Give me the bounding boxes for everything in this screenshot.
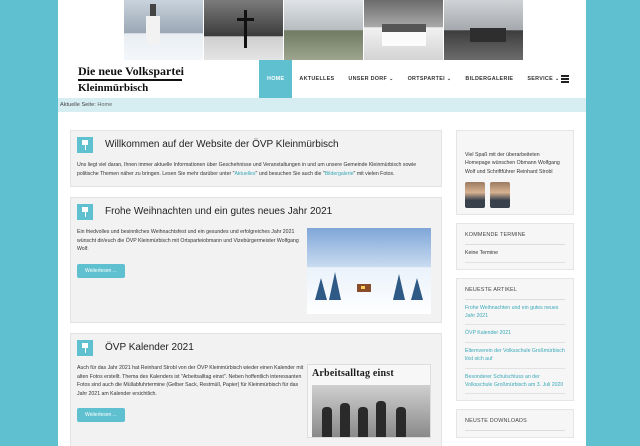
post-text: Uns liegt viel daran, Ihnen immer aktuel… <box>77 161 435 178</box>
nav-label: SERVICE <box>527 76 554 82</box>
nav-label: ORTSPARTEI <box>407 76 445 82</box>
read-more-button[interactable]: Weiterlesen ... <box>77 408 125 422</box>
calendar-heading: Arbeitsalltag einst <box>312 368 394 379</box>
post-body: Auch für das Jahr 2021 hat Reinhard Stro… <box>77 364 435 438</box>
breadcrumb-prefix: Aktuelle Seite: <box>60 102 96 108</box>
main-nav: HOME AKTUELLES UNSER DORF ⌄ ORTSPARTEI ⌄ B… <box>259 60 567 98</box>
nav-item-aktuelles[interactable]: AKTUELLES <box>292 60 341 98</box>
breadcrumb-current: Home <box>97 102 113 108</box>
logo-line2: Kleinmürbisch <box>78 82 149 94</box>
sidebar-articles: NEUESTE ARTIKEL Frohe Weihnachten und ei… <box>456 277 574 402</box>
termine-empty: Keine Termine <box>465 245 565 263</box>
church-photo <box>124 0 204 60</box>
pin-icon <box>77 137 93 153</box>
page: Die neue Volkspartei Kleinmürbisch HOME … <box>58 0 586 446</box>
sidebar-welcome: Viel Spaß mit der überarbeiteten Homepag… <box>456 130 574 216</box>
nav-item-service[interactable]: SERVICE ⌄ <box>520 60 566 98</box>
breadcrumb: Aktuelle Seite: Home <box>58 98 586 112</box>
pin-icon <box>77 340 93 356</box>
post-title[interactable]: Frohe Weihnachten und ein gutes neues Ja… <box>105 204 435 222</box>
calendar-photo <box>312 385 430 437</box>
winter-landscape-image[interactable] <box>307 228 431 314</box>
post-text: Auch für das Jahr 2021 hat Reinhard Stro… <box>77 365 304 397</box>
article-link[interactable]: Frohe Weihnachten und ein gutes neues Ja… <box>465 300 565 326</box>
post-text-wrap: Ein friedvolles und besinnliches Weihnac… <box>77 228 307 314</box>
pin-icon <box>77 204 93 220</box>
nav-label: BILDERGALERIE <box>465 76 514 82</box>
downloads-heading: NEUSTE DOWNLOADS <box>465 418 565 432</box>
nav-label: HOME <box>267 76 285 82</box>
link-bildergalerie[interactable]: Bildergalerie <box>325 171 354 177</box>
avatar <box>490 182 510 209</box>
termine-heading: KOMMENDE TERMINE <box>465 232 565 246</box>
nav-item-ortspartei[interactable]: ORTSPARTEI ⌄ <box>401 60 459 98</box>
sidebar-termine: KOMMENDE TERMINE Keine Termine <box>456 223 574 270</box>
post-welcome: Willkommen auf der Website der ÖVP Klein… <box>70 130 442 187</box>
articles-heading: NEUESTE ARTIKEL <box>465 287 565 300</box>
link-aktuelles[interactable]: Aktuelles <box>234 171 255 177</box>
sidebar: Viel Spaß mit der überarbeiteten Homepag… <box>456 130 574 446</box>
read-more-button[interactable]: Weiterlesen ... <box>77 263 125 278</box>
logo-line1: Die neue Volkspartei <box>78 64 185 78</box>
post-text: Ein friedvolles und besinnliches Weihnac… <box>77 229 299 252</box>
article-link[interactable]: Elternverein der Volksschule Großmürbisc… <box>465 343 565 369</box>
post-body: Ein friedvolles und besinnliches Weihnac… <box>77 228 435 314</box>
authors-photos <box>465 182 565 209</box>
post-christmas: Frohe Weihnachten und ein gutes neues Ja… <box>70 197 442 323</box>
site-logo[interactable]: Die neue Volkspartei Kleinmürbisch <box>78 64 186 94</box>
menu-icon[interactable] <box>561 75 569 83</box>
sidebar-welcome-text: Viel Spaß mit der überarbeiteten Homepag… <box>465 152 560 175</box>
article-link[interactable]: ÖVP Kalender 2021 <box>465 325 565 343</box>
main-content: Willkommen auf der Website der ÖVP Klein… <box>70 130 442 446</box>
post-text-part: " und besuchen Sie auch die " <box>255 170 325 177</box>
calendar-image[interactable]: Arbeitsalltag einst <box>307 364 431 438</box>
chevron-down-icon: ⌄ <box>389 76 394 82</box>
chevron-down-icon: ⌄ <box>555 76 560 82</box>
nav-item-unser-dorf[interactable]: UNSER DORF ⌄ <box>341 60 400 98</box>
header-photo-strip <box>124 0 524 60</box>
nav-item-home[interactable]: HOME <box>259 60 293 98</box>
post-calendar: ÖVP Kalender 2021 Auch für das Jahr 2021… <box>70 333 442 446</box>
castle-photo <box>444 0 524 60</box>
post-title[interactable]: Willkommen auf der Website der ÖVP Klein… <box>105 137 435 155</box>
nav-item-bildergalerie[interactable]: BILDERGALERIE <box>458 60 520 98</box>
sidebar-downloads: NEUSTE DOWNLOADS <box>456 409 574 439</box>
article-link[interactable]: Besonderer Schulschluss an der Volksschu… <box>465 369 565 395</box>
nav-label: AKTUELLES <box>299 76 335 82</box>
house-photo <box>364 0 444 60</box>
avatar <box>465 182 485 209</box>
post-text-wrap: Auch für das Jahr 2021 hat Reinhard Stro… <box>77 364 307 438</box>
post-text-part: " mit vielen Fotos. <box>353 170 395 177</box>
cross-photo <box>204 0 284 60</box>
chevron-down-icon: ⌄ <box>446 76 452 82</box>
playground-photo <box>284 0 364 60</box>
post-title[interactable]: ÖVP Kalender 2021 <box>105 340 435 358</box>
logo-divider <box>78 79 182 81</box>
nav-label: UNSER DORF <box>348 76 388 82</box>
